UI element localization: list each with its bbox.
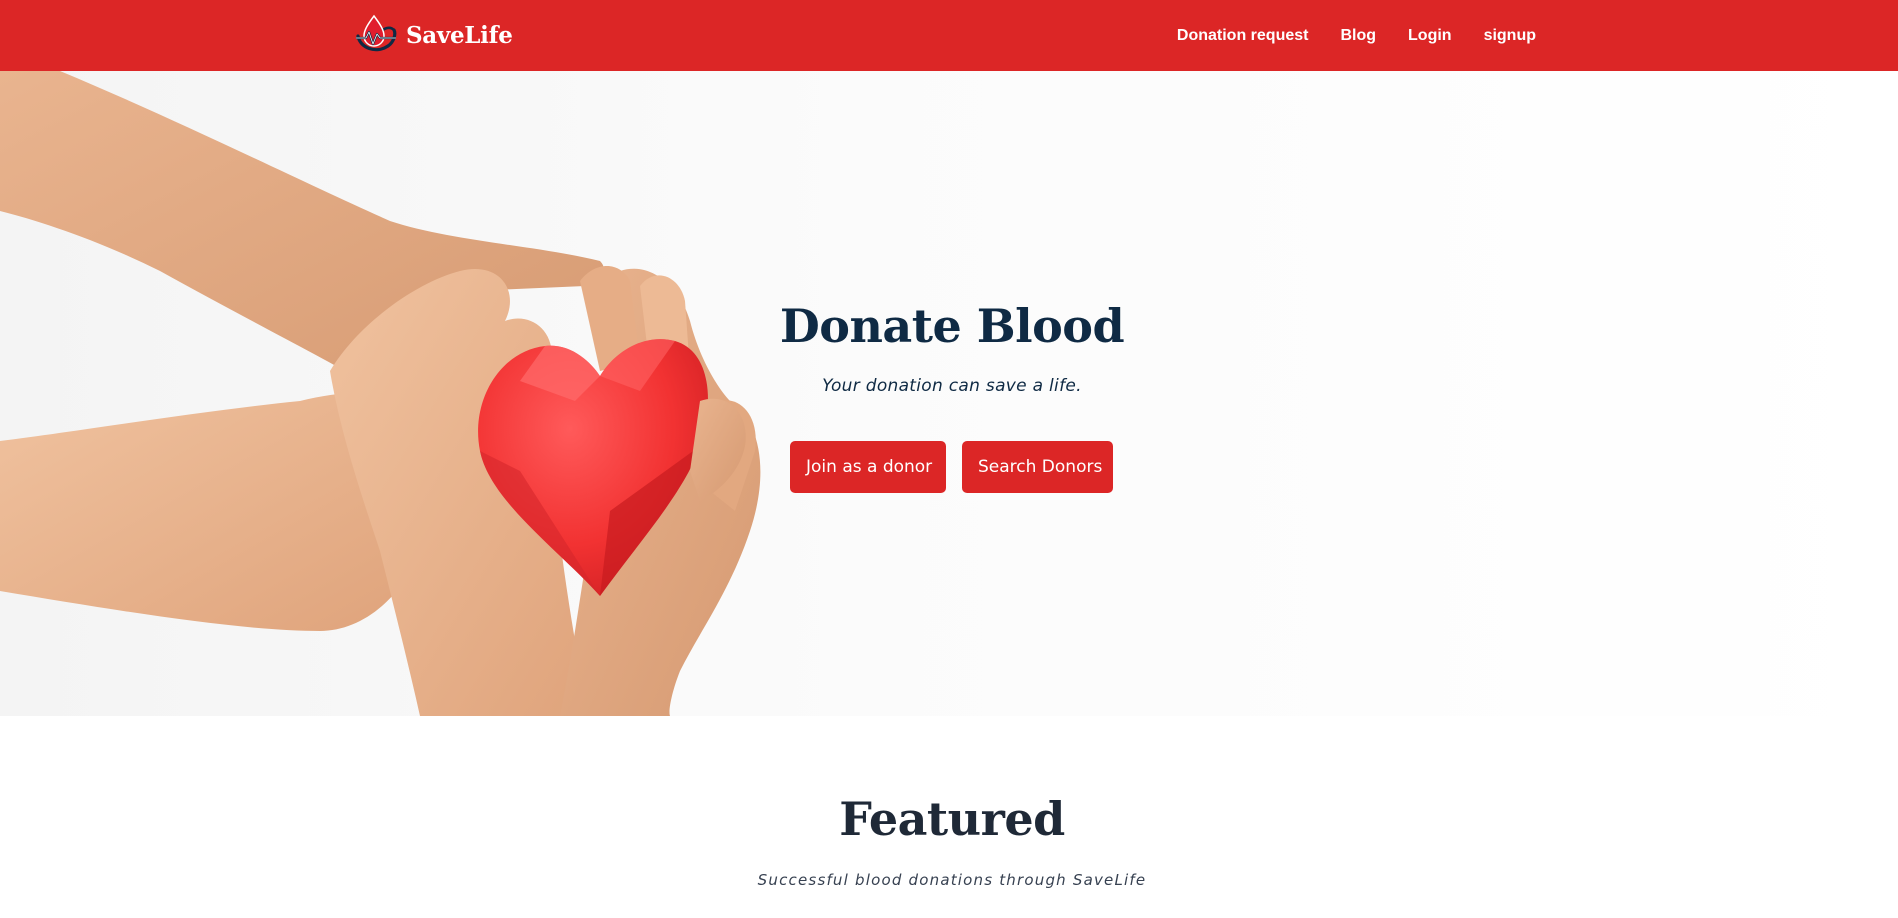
nav-signup[interactable]: signup: [1484, 27, 1536, 45]
featured-subtitle: Successful blood donations through SaveL…: [757, 871, 1147, 889]
main-nav: Donation request Blog Login signup: [1177, 0, 1536, 71]
blood-drop-logo-icon: [356, 14, 397, 52]
search-donors-button[interactable]: Search Donors: [962, 441, 1113, 493]
featured-section: Featured Successful blood donations thro…: [0, 716, 1898, 918]
hero-actions: Join as a donor Search Donors: [790, 441, 1113, 493]
navbar: SaveLife Donation request Blog Login sig…: [0, 0, 1898, 71]
nav-donation-request[interactable]: Donation request: [1177, 27, 1309, 45]
hero-subtitle: Your donation can save a life.: [822, 376, 1082, 396]
featured-title: Featured: [839, 792, 1065, 846]
nav-login[interactable]: Login: [1408, 27, 1452, 45]
hero-section: Donate Blood Your donation can save a li…: [0, 71, 1898, 716]
hero-title: Donate Blood: [779, 299, 1125, 353]
join-as-donor-button[interactable]: Join as a donor: [790, 441, 946, 493]
nav-blog[interactable]: Blog: [1340, 27, 1376, 45]
brand-home-link[interactable]: SaveLife: [354, 14, 513, 56]
brand-name: SaveLife: [406, 21, 513, 49]
